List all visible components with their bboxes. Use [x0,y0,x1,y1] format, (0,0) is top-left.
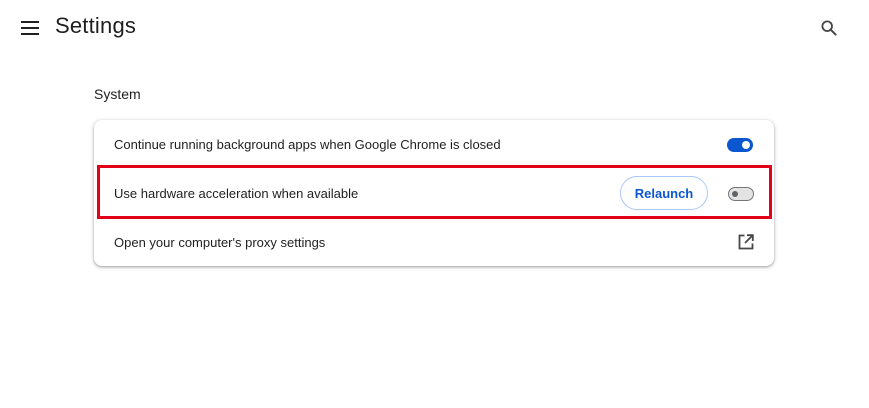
background-apps-toggle[interactable] [727,137,753,152]
system-settings-card: Continue running background apps when Go… [94,120,774,266]
toggle-knob [742,140,750,149]
setting-label-background-apps: Continue running background apps when Go… [114,137,501,152]
hardware-acceleration-toggle[interactable] [728,186,754,201]
setting-row-background-apps: Continue running background apps when Go… [94,120,774,169]
page-title: Settings [55,13,137,38]
open-proxy-settings-button[interactable] [736,232,756,252]
hamburger-menu-icon [21,21,39,35]
setting-label-proxy-settings: Open your computer's proxy settings [114,235,326,250]
search-icon [821,20,837,36]
open-in-new-icon [738,234,754,250]
top-bar: Settings [0,0,869,58]
relaunch-button[interactable]: Relaunch [620,176,708,210]
setting-row-hardware-acceleration: Use hardware acceleration when available… [94,169,774,218]
main-menu-button[interactable] [17,16,43,40]
setting-label-hardware-acceleration: Use hardware acceleration when available [114,186,359,201]
section-title-system: System [94,86,141,102]
setting-row-proxy-settings[interactable]: Open your computer's proxy settings [94,218,774,267]
settings-page: Settings System Continue running backgro… [0,0,869,408]
toggle-knob [732,190,738,197]
search-button[interactable] [815,14,843,42]
